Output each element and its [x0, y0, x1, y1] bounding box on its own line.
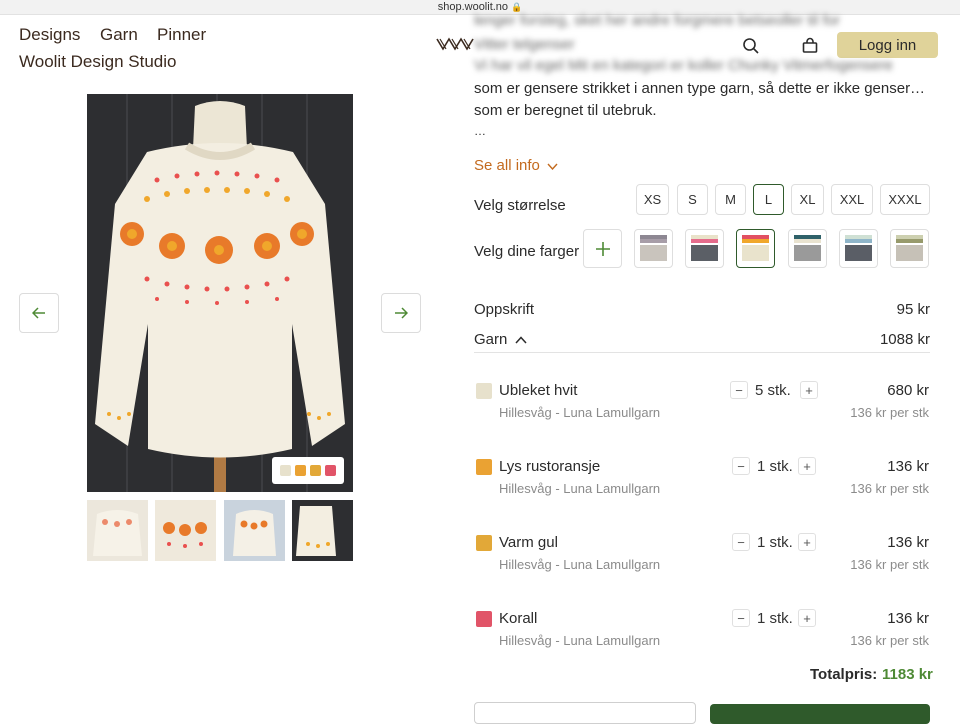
description-line: lenger forsteg, sket her andre forgmere … — [474, 12, 841, 29]
size-xxl[interactable]: XXL — [831, 184, 873, 215]
color-option-5[interactable] — [839, 229, 878, 268]
color-option-2[interactable] — [685, 229, 724, 268]
description-line: som er gensere strikket i annen type gar… — [474, 80, 926, 97]
description-line: Vi har vil egel Mit en kategori er kolle… — [474, 57, 893, 74]
search-icon[interactable] — [741, 36, 761, 56]
total-label: Totalpris: — [810, 666, 878, 683]
product-main-image — [87, 94, 353, 492]
decrease-qty-button[interactable]: − — [730, 381, 748, 399]
yarn-price: 136 kr — [887, 610, 929, 627]
yarn-toggle[interactable]: Garn — [474, 331, 527, 348]
yarn-label: Garn — [474, 331, 508, 348]
yarn-price: 136 kr — [887, 534, 929, 551]
next-image-button[interactable] — [381, 293, 421, 333]
size-m[interactable]: M — [715, 184, 746, 215]
yarn-price: 680 kr — [887, 382, 929, 399]
yarn-name: Korall — [499, 610, 538, 627]
color-option-6[interactable] — [890, 229, 929, 268]
arrow-left-icon — [32, 307, 45, 319]
chevron-up-icon — [514, 336, 527, 344]
pattern-label: Oppskrift — [474, 301, 535, 318]
yarn-swatch — [476, 535, 492, 551]
thumbnail-1[interactable] — [87, 500, 148, 561]
cart-icon[interactable] — [800, 36, 820, 56]
yarn-price: 136 kr — [887, 458, 929, 475]
color-chips — [272, 457, 344, 484]
chip-swatch — [295, 465, 306, 476]
pattern-price-row: Oppskrift 95 kr — [474, 301, 930, 318]
prev-image-button[interactable] — [19, 293, 59, 333]
yarn-qty: 1 stk. — [757, 610, 793, 627]
yarn-supplier: Hillesvåg - Luna Lamullgarn — [499, 481, 661, 496]
secondary-action-button[interactable] — [474, 702, 696, 724]
nav-design-studio[interactable]: Woolit Design Studio — [19, 52, 177, 72]
decrease-qty-button[interactable]: − — [732, 533, 750, 551]
thumbnail-4[interactable] — [292, 500, 353, 561]
nav-garn[interactable]: Garn — [100, 25, 138, 45]
yarn-swatch — [476, 383, 492, 399]
add-color-button[interactable] — [583, 229, 622, 268]
yarn-supplier: Hillesvåg - Luna Lamullgarn — [499, 405, 661, 420]
size-label: Velg størrelse — [474, 197, 566, 214]
color-option-1[interactable] — [634, 229, 673, 268]
yarn-swatch — [476, 459, 492, 475]
total-price: 1183 kr — [882, 666, 933, 683]
thumbnail-3[interactable] — [224, 500, 285, 561]
increase-qty-button[interactable]: + — [798, 457, 816, 475]
color-option-3[interactable] — [736, 229, 775, 268]
divider — [474, 352, 930, 353]
description-line: som er beregnet til utebruk. — [474, 102, 657, 119]
nav-pinner[interactable]: Pinner — [157, 25, 206, 45]
description-line: Vitter telgenser — [474, 36, 575, 53]
increase-qty-button[interactable]: + — [800, 381, 818, 399]
chip-swatch — [325, 465, 336, 476]
size-xl[interactable]: XL — [791, 184, 824, 215]
color-label: Velg dine farger — [474, 243, 580, 260]
size-xxxl[interactable]: XXXL — [880, 184, 930, 215]
chip-swatch — [280, 465, 291, 476]
size-s[interactable]: S — [677, 184, 708, 215]
decrease-qty-button[interactable]: − — [732, 457, 750, 475]
size-xs[interactable]: XS — [636, 184, 669, 215]
nav-designs[interactable]: Designs — [19, 25, 80, 45]
yarn-price-row[interactable]: Garn 1088 kr — [474, 331, 930, 348]
yarn-name: Ubleket hvit — [499, 382, 578, 399]
lock-icon: 🔒 — [511, 2, 523, 12]
see-all-info-link[interactable]: Se all info — [474, 157, 558, 174]
yarn-name: Lys rustoransje — [499, 458, 601, 475]
increase-qty-button[interactable]: + — [798, 533, 816, 551]
see-all-label: Se all info — [474, 157, 540, 174]
thumbnail-2[interactable] — [155, 500, 216, 561]
yarn-supplier: Hillesvåg - Luna Lamullgarn — [499, 557, 661, 572]
yarn-unit-price: 136 kr per stk — [850, 633, 929, 648]
yarn-total-price: 1088 kr — [879, 331, 930, 348]
yarn-qty: 5 stk. — [755, 382, 791, 399]
primary-action-button[interactable] — [710, 704, 930, 724]
description-line: … — [474, 124, 486, 138]
arrow-right-icon — [395, 307, 408, 319]
yarn-name: Varm gul — [499, 534, 558, 551]
pattern-price: 95 kr — [896, 301, 930, 318]
yarn-unit-price: 136 kr per stk — [850, 405, 929, 420]
decrease-qty-button[interactable]: − — [732, 609, 750, 627]
chevron-down-icon — [547, 163, 558, 171]
woolit-logo[interactable] — [436, 36, 474, 57]
increase-qty-button[interactable]: + — [798, 609, 816, 627]
yarn-unit-price: 136 kr per stk — [850, 481, 929, 496]
yarn-unit-price: 136 kr per stk — [850, 557, 929, 572]
plus-icon — [595, 241, 610, 256]
size-l[interactable]: L — [753, 184, 784, 215]
chip-swatch — [310, 465, 321, 476]
yarn-swatch — [476, 611, 492, 627]
yarn-qty: 1 stk. — [757, 458, 793, 475]
yarn-qty: 1 stk. — [757, 534, 793, 551]
login-button[interactable]: Logg inn — [837, 32, 938, 58]
yarn-supplier: Hillesvåg - Luna Lamullgarn — [499, 633, 661, 648]
color-option-4[interactable] — [788, 229, 827, 268]
